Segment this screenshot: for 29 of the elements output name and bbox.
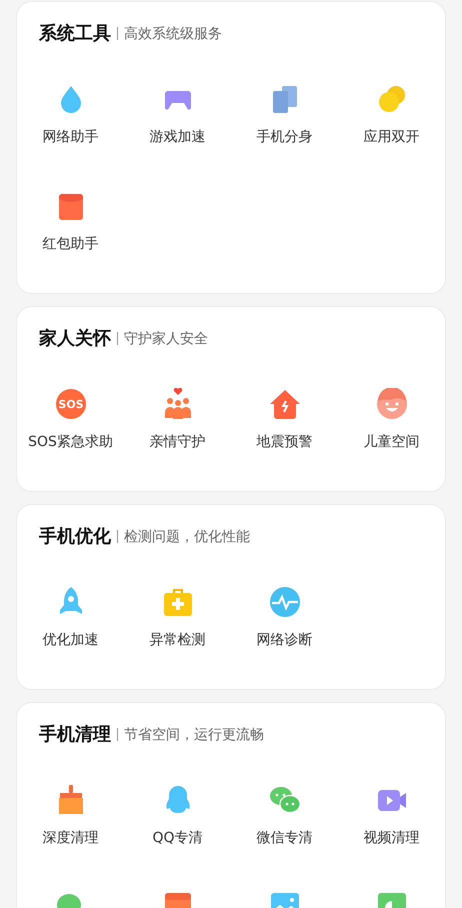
section-title: 手机优化: [39, 524, 111, 548]
house-icon: [268, 388, 300, 420]
tool-item[interactable]: QQ专清: [124, 747, 231, 854]
tool-item[interactable]: 红包助手: [17, 153, 124, 260]
tool-item[interactable]: 网络诊断: [231, 549, 338, 656]
tool-item[interactable]: 游戏加速: [124, 46, 231, 153]
medical-kit-icon: [162, 586, 194, 618]
tool-item[interactable]: 视频清理: [338, 747, 445, 854]
tool-item[interactable]: 异常检测: [124, 549, 231, 656]
tool-item[interactable]: 手机分身: [231, 46, 338, 153]
tool-item[interactable]: 应用双开: [338, 46, 445, 153]
sos-icon: SOS: [54, 388, 86, 420]
tool-item[interactable]: 微信专清: [231, 747, 338, 854]
section-subtitle: 节省空间，运行更流畅: [124, 726, 264, 744]
tool-item[interactable]: 网络助手: [17, 46, 124, 153]
section-title: 家人关怀: [39, 326, 111, 350]
tool-item[interactable]: 地震预警: [231, 351, 338, 458]
tool-item[interactable]: SOS SOS紧急求助: [17, 351, 124, 458]
tool-item[interactable]: 亲情守护: [124, 351, 231, 458]
section-title: 系统工具: [39, 22, 111, 46]
child-face-icon: [376, 388, 408, 420]
section-subtitle: 守护家人安全: [124, 330, 208, 348]
tool-item[interactable]: 优化加速: [17, 549, 124, 656]
tool-item[interactable]: 儿童空间: [338, 351, 445, 458]
section-subtitle: 高效系统级服务: [124, 24, 222, 44]
section-title: 手机清理: [39, 722, 111, 746]
pulse-icon: [268, 586, 300, 618]
tool-item[interactable]: 深度清理: [17, 747, 124, 854]
section-subtitle: 检测问题，优化性能: [124, 528, 250, 546]
